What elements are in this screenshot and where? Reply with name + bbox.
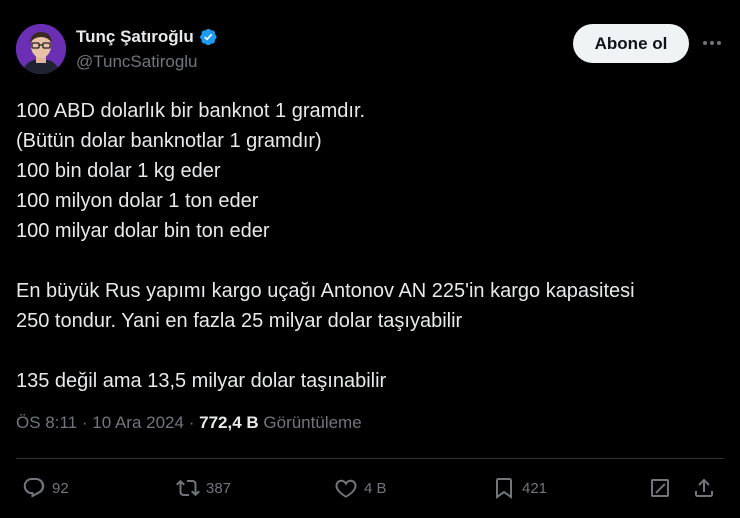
tweet-text-line: (Bütün dolar banknotlar 1 gramdır) bbox=[16, 130, 322, 152]
tweet-text: 100 ABD dolarlık bir banknot 1 gramdır. … bbox=[16, 96, 724, 396]
views-count[interactable]: 772,4 B bbox=[199, 413, 259, 432]
tweet-date[interactable]: 10 Ara 2024 bbox=[92, 413, 184, 432]
avatar[interactable] bbox=[16, 24, 66, 74]
heart-icon bbox=[335, 479, 357, 498]
paragraph-break bbox=[16, 246, 724, 276]
meta-separator: · bbox=[81, 413, 88, 432]
tweet-text-line: 100 bin dolar 1 kg eder bbox=[16, 160, 221, 182]
reply-icon bbox=[23, 478, 45, 498]
views-label[interactable]: Görüntüleme bbox=[263, 413, 361, 432]
author-name[interactable]: Tunç Şatıroğlu bbox=[76, 27, 194, 47]
bookmark-icon bbox=[496, 478, 512, 499]
reply-count: 92 bbox=[52, 479, 69, 497]
reply-button[interactable]: 92 bbox=[22, 471, 69, 505]
verified-badge-icon bbox=[199, 28, 217, 46]
action-bar: 92 387 4 B 421 bbox=[16, 471, 724, 505]
share-icon bbox=[695, 478, 713, 497]
avatar-image bbox=[16, 24, 66, 74]
tweet-text-line: 135 değil ama 13,5 milyar dolar taşınabi… bbox=[16, 370, 387, 392]
tweet-text-line: 100 milyon dolar 1 ton eder bbox=[16, 190, 259, 212]
follow-button[interactable]: Abone ol bbox=[573, 24, 689, 63]
meta-separator: · bbox=[188, 413, 195, 432]
share-button[interactable] bbox=[692, 471, 716, 505]
bookmark-count: 421 bbox=[522, 479, 548, 497]
like-count: 4 B bbox=[364, 479, 387, 497]
tweet-text-line: En büyük Rus yapımı kargo uçağı Antonov … bbox=[16, 280, 635, 302]
author-handle[interactable]: @TuncSatiroglu bbox=[76, 52, 198, 72]
more-horizontal-icon[interactable] bbox=[700, 31, 724, 55]
divider bbox=[16, 458, 724, 459]
tweet-meta: ÖS 8:11 · 10 Ara 2024 · 772,4 B Görüntül… bbox=[16, 413, 362, 433]
tweet-text-line: 250 tondur. Yani en fazla 25 milyar dola… bbox=[16, 310, 463, 332]
paragraph-break bbox=[16, 336, 724, 366]
bookmark-button[interactable]: 421 bbox=[492, 471, 547, 505]
tweet-time[interactable]: ÖS 8:11 bbox=[16, 413, 77, 432]
more-dots-icon bbox=[703, 41, 721, 45]
tweet: Tunç Şatıroğlu @TuncSatiroglu Abone ol 1… bbox=[0, 0, 740, 518]
repost-icon bbox=[176, 479, 200, 497]
tweet-text-line: 100 ABD dolarlık bir banknot 1 gramdır. bbox=[16, 100, 366, 122]
repost-count: 387 bbox=[206, 479, 232, 497]
grok-icon bbox=[651, 479, 669, 497]
repost-button[interactable]: 387 bbox=[176, 471, 231, 505]
grok-button[interactable] bbox=[648, 471, 672, 505]
author-name-row[interactable]: Tunç Şatıroğlu bbox=[76, 27, 218, 47]
tweet-text-line: 100 milyar dolar bin ton eder bbox=[16, 220, 270, 242]
like-button[interactable]: 4 B bbox=[334, 471, 387, 505]
